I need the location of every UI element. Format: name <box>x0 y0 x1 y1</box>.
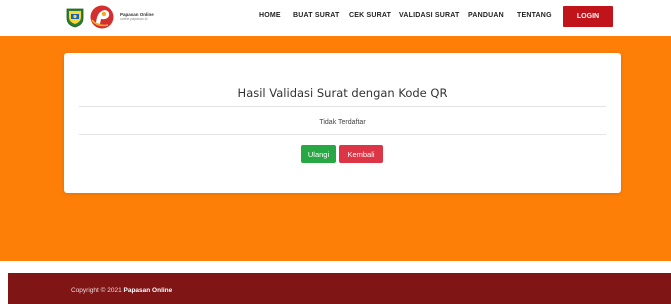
section-gap <box>0 261 671 273</box>
retry-button[interactable]: Ulangi <box>301 145 336 163</box>
nav-item-home[interactable]: HOME <box>259 12 281 19</box>
nav-item-validasi-surat[interactable]: VALIDASI SURAT <box>399 12 460 19</box>
nav-item-cek-surat[interactable]: CEK SURAT <box>349 12 391 19</box>
brand-logo[interactable]: Papasan Online online.papasan.id <box>64 3 154 31</box>
footer-brand: Papasan Online <box>123 287 173 294</box>
footer-copyright: Copyright © 2021 Papasan Online <box>71 287 172 294</box>
login-button[interactable]: LOGIN <box>563 6 613 27</box>
back-button[interactable]: Kembali <box>339 145 383 163</box>
validation-result-card: Hasil Validasi Surat dengan Kode QR Tida… <box>64 53 621 193</box>
divider-bottom <box>79 134 606 135</box>
divider-top <box>79 106 606 107</box>
footer-copyright-prefix: Copyright © 2021 <box>71 287 124 294</box>
nav-item-tentang[interactable]: TENTANG <box>517 12 552 19</box>
brand-subtitle: online.papasan.id <box>120 17 148 21</box>
footer: Copyright © 2021 Papasan Online <box>8 273 671 304</box>
validation-status: Tidak Terdaftar <box>319 119 366 126</box>
main-section: Hasil Validasi Surat dengan Kode QR Tida… <box>0 36 671 261</box>
card-title: Hasil Validasi Surat dengan Kode QR <box>237 86 448 100</box>
nav-item-buat-surat[interactable]: BUAT SURAT <box>293 12 339 19</box>
action-buttons: Ulangi Kembali <box>64 145 621 163</box>
emblem-icon <box>66 8 84 28</box>
top-navbar: Papasan Online online.papasan.id HOME BU… <box>0 0 671 36</box>
nav-item-panduan[interactable]: PANDUAN <box>468 12 504 19</box>
papasan-logo-icon <box>90 5 114 29</box>
